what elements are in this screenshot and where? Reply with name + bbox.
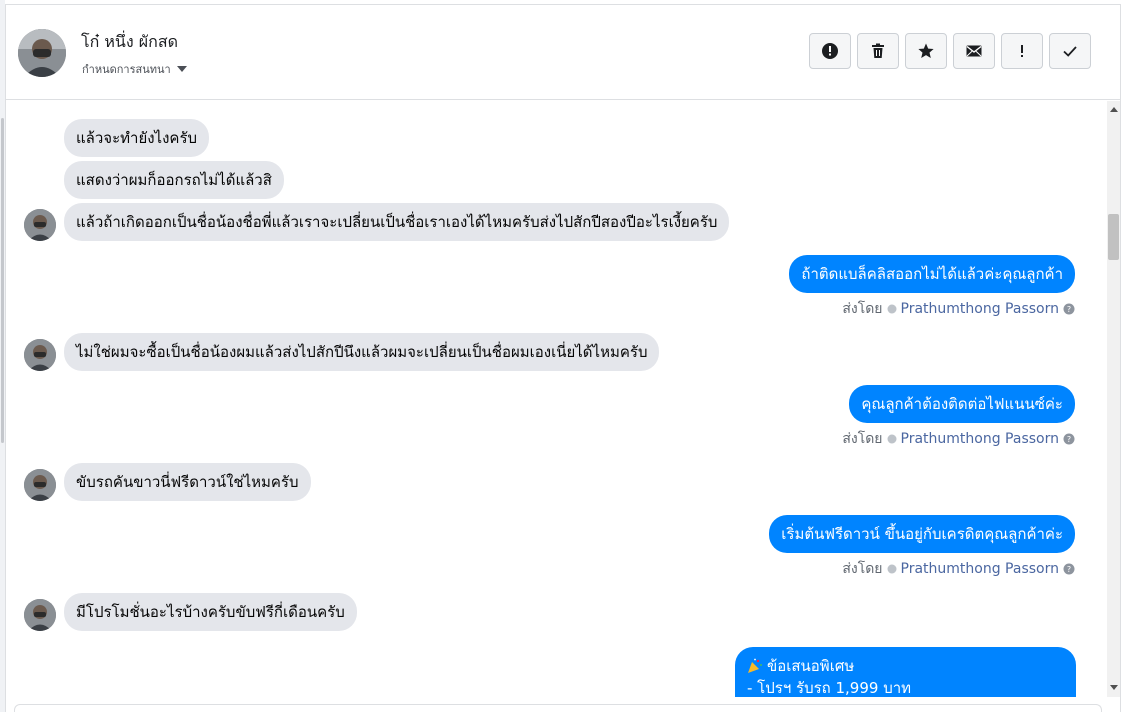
mark-done-button[interactable] [1049, 33, 1091, 69]
message-row-incoming: ไม่ใช่ผมจะซื้อเป็นชื่อน้องผมแล้วส่งไปสัก… [64, 333, 660, 371]
message-bubble-outgoing[interactable]: เริ่มต้นฟรีดาวน์ ขึ้นอยู่กับเครดิตคุณลูก… [769, 515, 1075, 553]
promo-title: ข้อเสนอพิเศษ [767, 657, 855, 675]
sent-by-prefix: ส่งโดย [842, 301, 883, 317]
message-composer[interactable] [14, 704, 1102, 712]
contact-avatar-small[interactable] [24, 339, 56, 371]
message-row-outgoing: คุณลูกค้าต้องติดต่อไฟแนนซ์ค่ะ [849, 385, 1075, 423]
follow-up-button[interactable] [1001, 33, 1043, 69]
message-row-incoming: แล้วถ้าเกิดออกเป็นชื่อน้องชื่อพี่แล้วเรา… [64, 203, 730, 241]
sent-by-prefix: ส่งโดย [842, 561, 883, 577]
promo-line: - โปรฯ รับรถ 1,999 บาท [747, 679, 912, 697]
message-list-scrollbar[interactable] [1107, 101, 1120, 697]
contact-avatar-small[interactable] [24, 469, 56, 501]
message-row-outgoing: ถ้าติดแบล็คลิสออกไม่ได้แล้วค่ะคุณลูกค้า [789, 255, 1075, 293]
svg-text:?: ? [1067, 305, 1071, 314]
message-row-incoming: ขับรถคันขาวนี่ฟรีดาวน์ใช่ไหมครับ [64, 463, 311, 501]
message-bubble-outgoing[interactable]: ถ้าติดแบล็คลิสออกไม่ได้แล้วค่ะคุณลูกค้า [789, 255, 1075, 293]
message-bubble-incoming[interactable]: ขับรถคันขาวนี่ฟรีดาวน์ใช่ไหมครับ [64, 463, 311, 501]
trash-icon [872, 43, 884, 58]
agent-status-icon [887, 434, 897, 444]
mark-unread-button[interactable] [953, 33, 995, 69]
star-icon [918, 43, 934, 58]
delete-button[interactable] [857, 33, 899, 69]
contact-name[interactable]: โก๋ หนึ่ง ผักสด [81, 30, 178, 55]
exclamation-icon [1021, 45, 1023, 57]
star-button[interactable] [905, 33, 947, 69]
sent-by-label: ส่งโดย Prathumthong Passorn ? [842, 558, 1075, 580]
party-popper-icon [748, 658, 762, 673]
conversation-header: โก๋ หนึ่ง ผักสด กำหนดการสนทนา [6, 5, 1120, 100]
message-row-incoming: มีโปรโมชั่นอะไรบ้างครับขับฟรีกี่เดือนครั… [64, 593, 357, 631]
assign-conversation-label: กำหนดการสนทนา [82, 63, 171, 76]
envelope-icon [966, 45, 982, 57]
message-bubble-incoming[interactable]: ไม่ใช่ผมจะซื้อเป็นชื่อน้องผมแล้วส่งไปสัก… [64, 333, 660, 371]
message-bubble-incoming[interactable]: มีโปรโมชั่นอะไรบ้างครับขับฟรีกี่เดือนครั… [64, 593, 357, 631]
help-icon[interactable]: ? [1063, 303, 1075, 315]
message-bubble-incoming[interactable]: แสดงว่าผมก็ออกรถไม่ได้แล้วสิ [64, 161, 284, 199]
contact-avatar-small[interactable] [24, 209, 56, 241]
message-row-incoming: แสดงว่าผมก็ออกรถไม่ได้แล้วสิ [64, 161, 284, 199]
help-icon[interactable]: ? [1063, 563, 1075, 575]
message-bubble-outgoing-promo[interactable]: ข้อเสนอพิเศษ - โปรฯ รับรถ 1,999 บาท [735, 647, 1076, 697]
svg-text:?: ? [1067, 435, 1071, 444]
alert-circle-icon [822, 43, 838, 59]
sent-by-label: ส่งโดย Prathumthong Passorn ? [842, 298, 1075, 320]
assign-conversation-dropdown[interactable]: กำหนดการสนทนา [82, 60, 187, 78]
sent-by-agent-name[interactable]: Prathumthong Passorn [901, 301, 1059, 317]
caret-down-icon [176, 66, 187, 72]
sent-by-agent-name[interactable]: Prathumthong Passorn [901, 561, 1059, 577]
contact-avatar-small[interactable] [24, 599, 56, 631]
report-spam-button[interactable] [809, 33, 851, 69]
svg-text:?: ? [1067, 565, 1071, 574]
message-bubble-outgoing[interactable]: คุณลูกค้าต้องติดต่อไฟแนนซ์ค่ะ [849, 385, 1075, 423]
page-left-scrollbar-thumb[interactable] [1, 118, 4, 443]
contact-avatar[interactable] [18, 29, 66, 77]
sent-by-agent-name[interactable]: Prathumthong Passorn [901, 431, 1059, 447]
promo-title-line: ข้อเสนอพิเศษ [747, 655, 1064, 677]
agent-status-icon [887, 304, 897, 314]
message-row-outgoing: เริ่มต้นฟรีดาวน์ ขึ้นอยู่กับเครดิตคุณลูก… [769, 515, 1075, 553]
scroll-up-arrow-icon[interactable] [1110, 107, 1118, 112]
message-bubble-incoming[interactable]: แล้วจะทำยังไงครับ [64, 119, 210, 157]
sent-by-prefix: ส่งโดย [842, 431, 883, 447]
header-actions [809, 33, 1091, 69]
conversation-panel: โก๋ หนึ่ง ผักสด กำหนดการสนทนา แล้วจะทำยั… [5, 4, 1121, 712]
message-bubble-incoming[interactable]: แล้วถ้าเกิดออกเป็นชื่อน้องชื่อพี่แล้วเรา… [64, 203, 730, 241]
scrollbar-thumb[interactable] [1108, 214, 1119, 260]
check-icon [1063, 46, 1077, 57]
message-row-incoming: แล้วจะทำยังไงครับ [64, 119, 210, 157]
agent-status-icon [887, 564, 897, 574]
message-list[interactable]: แล้วจะทำยังไงครับ แสดงว่าผมก็ออกรถไม่ได้… [6, 101, 1120, 697]
help-icon[interactable]: ? [1063, 433, 1075, 445]
sent-by-label: ส่งโดย Prathumthong Passorn ? [842, 428, 1075, 450]
scroll-down-arrow-icon[interactable] [1110, 685, 1118, 690]
